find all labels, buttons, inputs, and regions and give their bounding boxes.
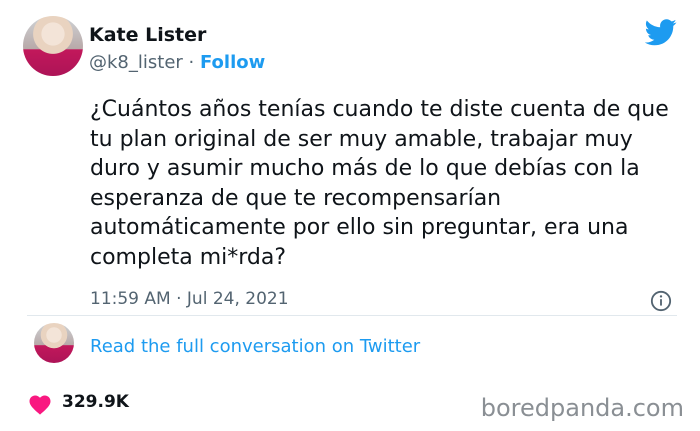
- info-icon[interactable]: [650, 290, 672, 312]
- twitter-bird-icon[interactable]: [645, 19, 677, 46]
- like-count: 329.9K: [62, 392, 129, 412]
- author-avatar-small[interactable]: [34, 323, 74, 363]
- read-conversation-link[interactable]: Read the full conversation on Twitter: [90, 336, 420, 357]
- handle-row: @k8_lister · Follow: [89, 52, 265, 73]
- heart-icon[interactable]: [28, 393, 52, 415]
- author-avatar[interactable]: [23, 16, 83, 76]
- handle-separator: ·: [182, 52, 200, 73]
- author-handle[interactable]: @k8_lister: [89, 52, 183, 73]
- tweet-timestamp[interactable]: 11:59 AM · Jul 24, 2021: [90, 289, 289, 309]
- tweet-text: ¿Cuántos años tenías cuando te diste cue…: [90, 97, 669, 270]
- watermark: boredpanda.com: [480, 394, 684, 422]
- follow-button[interactable]: Follow: [200, 52, 265, 73]
- author-name[interactable]: Kate Lister: [89, 24, 206, 46]
- divider: [27, 315, 677, 316]
